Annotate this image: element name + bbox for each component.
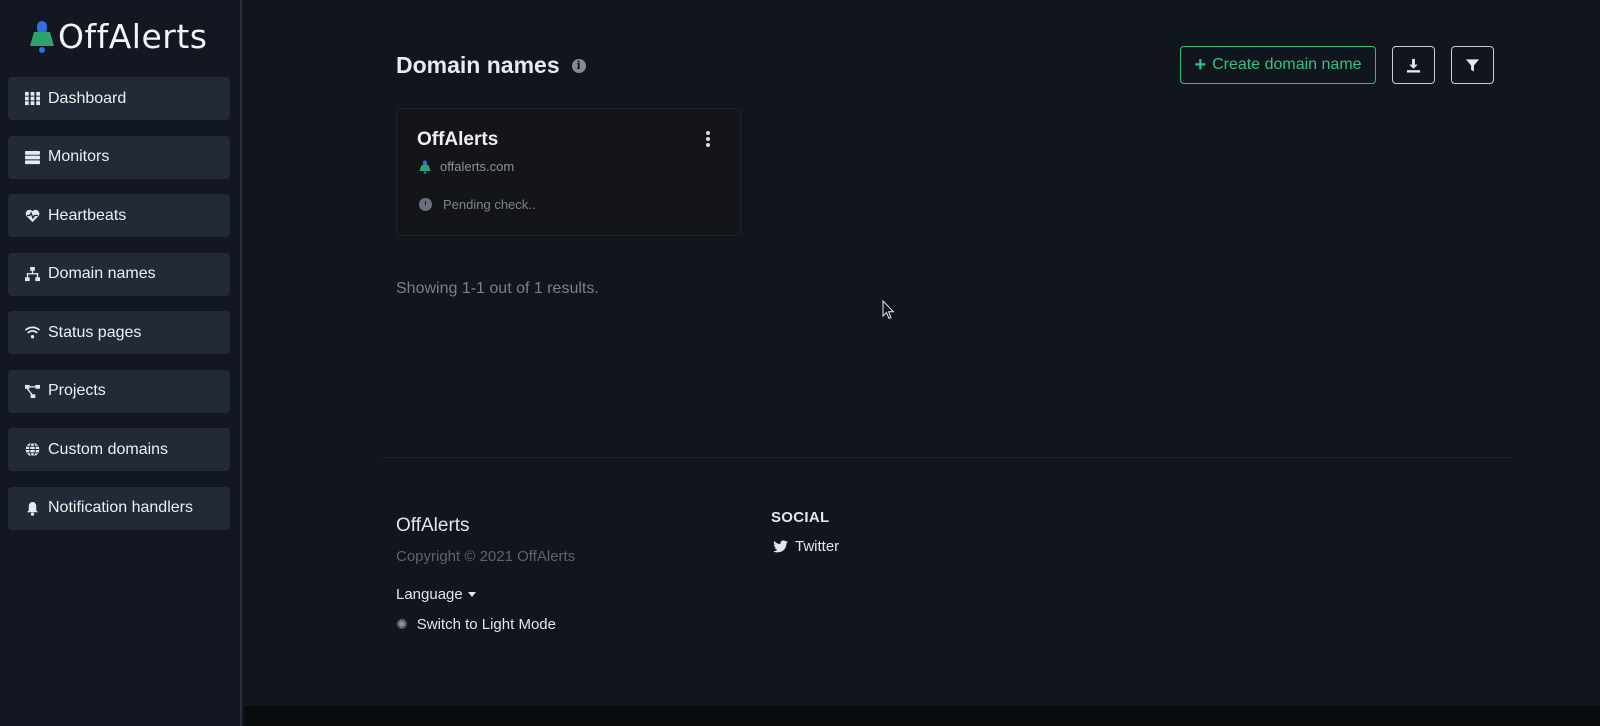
sidebar-item-label: Domain names: [48, 265, 156, 282]
sidebar-item-label: Projects: [48, 382, 106, 399]
sidebar-item-dashboard[interactable]: Dashboard: [8, 77, 230, 120]
sun-icon: ✺: [396, 616, 408, 632]
info-icon[interactable]: i: [571, 58, 586, 73]
switch-light-mode-link[interactable]: ✺ Switch to Light Mode: [396, 616, 556, 633]
sidebar-nav: Dashboard Monitors Heartbeats Domain nam…: [8, 77, 230, 545]
sitemap-icon: [24, 266, 40, 282]
sidebar-item-label: Custom domains: [48, 440, 169, 458]
card-domain[interactable]: offalerts.com: [419, 159, 514, 174]
filter-button[interactable]: [1451, 46, 1494, 84]
domain-card[interactable]: OffAlerts offalerts.com Pending check..: [396, 108, 741, 236]
sidebar-item-monitors[interactable]: Monitors: [8, 135, 230, 179]
sidebar-item-label: Monitors: [48, 148, 110, 165]
language-label: Language: [396, 586, 463, 603]
footer-brand: OffAlerts: [396, 515, 470, 536]
social-heading: SOCIAL: [771, 509, 830, 526]
caret-down-icon: [467, 592, 476, 597]
bell-icon: [24, 500, 40, 516]
page-title: Domain names i: [396, 52, 586, 79]
sidebar-item-heartbeats[interactable]: Heartbeats: [8, 194, 230, 237]
sidebar-item-custom-domains[interactable]: Custom domains: [8, 428, 230, 471]
sidebar: OffAlerts Dashboard Monitors Heartbeats …: [0, 0, 242, 726]
sidebar-item-label: Heartbeats: [48, 206, 127, 224]
server-icon: [24, 149, 40, 165]
sidebar-item-label: Dashboard: [48, 89, 127, 107]
plus-icon: +: [1194, 54, 1207, 76]
sidebar-item-domain-names[interactable]: Domain names: [8, 252, 230, 296]
download-icon: [1406, 58, 1421, 73]
card-title: OffAlerts: [417, 129, 499, 150]
mouse-cursor-icon: [882, 300, 895, 320]
language-dropdown[interactable]: Language: [396, 586, 476, 603]
footer-divider: [382, 457, 1512, 458]
clock-icon: [419, 198, 432, 211]
logo-text: OffAlerts: [58, 16, 208, 56]
main-content: Domain names i + Create domain name OffA…: [244, 0, 1600, 706]
twitter-label: Twitter: [795, 538, 840, 555]
twitter-icon: [773, 540, 788, 553]
bell-logo-icon: [419, 160, 431, 174]
sidebar-item-notification-handlers[interactable]: Notification handlers: [8, 486, 230, 530]
wifi-icon: [24, 325, 40, 341]
copyright: Copyright © 2021 OffAlerts: [396, 548, 576, 565]
page-title-text: Domain names: [396, 52, 560, 78]
bell-logo-icon: [30, 21, 54, 53]
card-status: Pending check..: [419, 197, 536, 212]
bottom-bar: [244, 706, 1600, 726]
project-diagram-icon: [24, 383, 40, 399]
filter-icon: [1465, 58, 1480, 72]
results-count: Showing 1-1 out of 1 results.: [396, 280, 599, 297]
heartbeat-icon: [24, 208, 40, 224]
globe-icon: [24, 442, 40, 458]
more-options-icon[interactable]: [705, 131, 711, 149]
create-domain-name-button[interactable]: + Create domain name: [1180, 46, 1376, 84]
card-status-text: Pending check..: [443, 197, 536, 212]
twitter-link[interactable]: Twitter: [773, 538, 839, 555]
light-mode-label: Switch to Light Mode: [416, 616, 556, 633]
card-domain-text: offalerts.com: [440, 159, 515, 174]
logo[interactable]: OffAlerts: [28, 16, 207, 56]
download-button[interactable]: [1392, 46, 1435, 84]
sidebar-item-label: Status pages: [48, 323, 142, 341]
sidebar-item-status-pages[interactable]: Status pages: [8, 311, 230, 354]
sidebar-item-projects[interactable]: Projects: [8, 369, 230, 413]
grid-icon: [24, 91, 40, 107]
sidebar-item-label: Notification handlers: [48, 499, 193, 516]
create-domain-name-label: Create domain name: [1212, 56, 1362, 73]
